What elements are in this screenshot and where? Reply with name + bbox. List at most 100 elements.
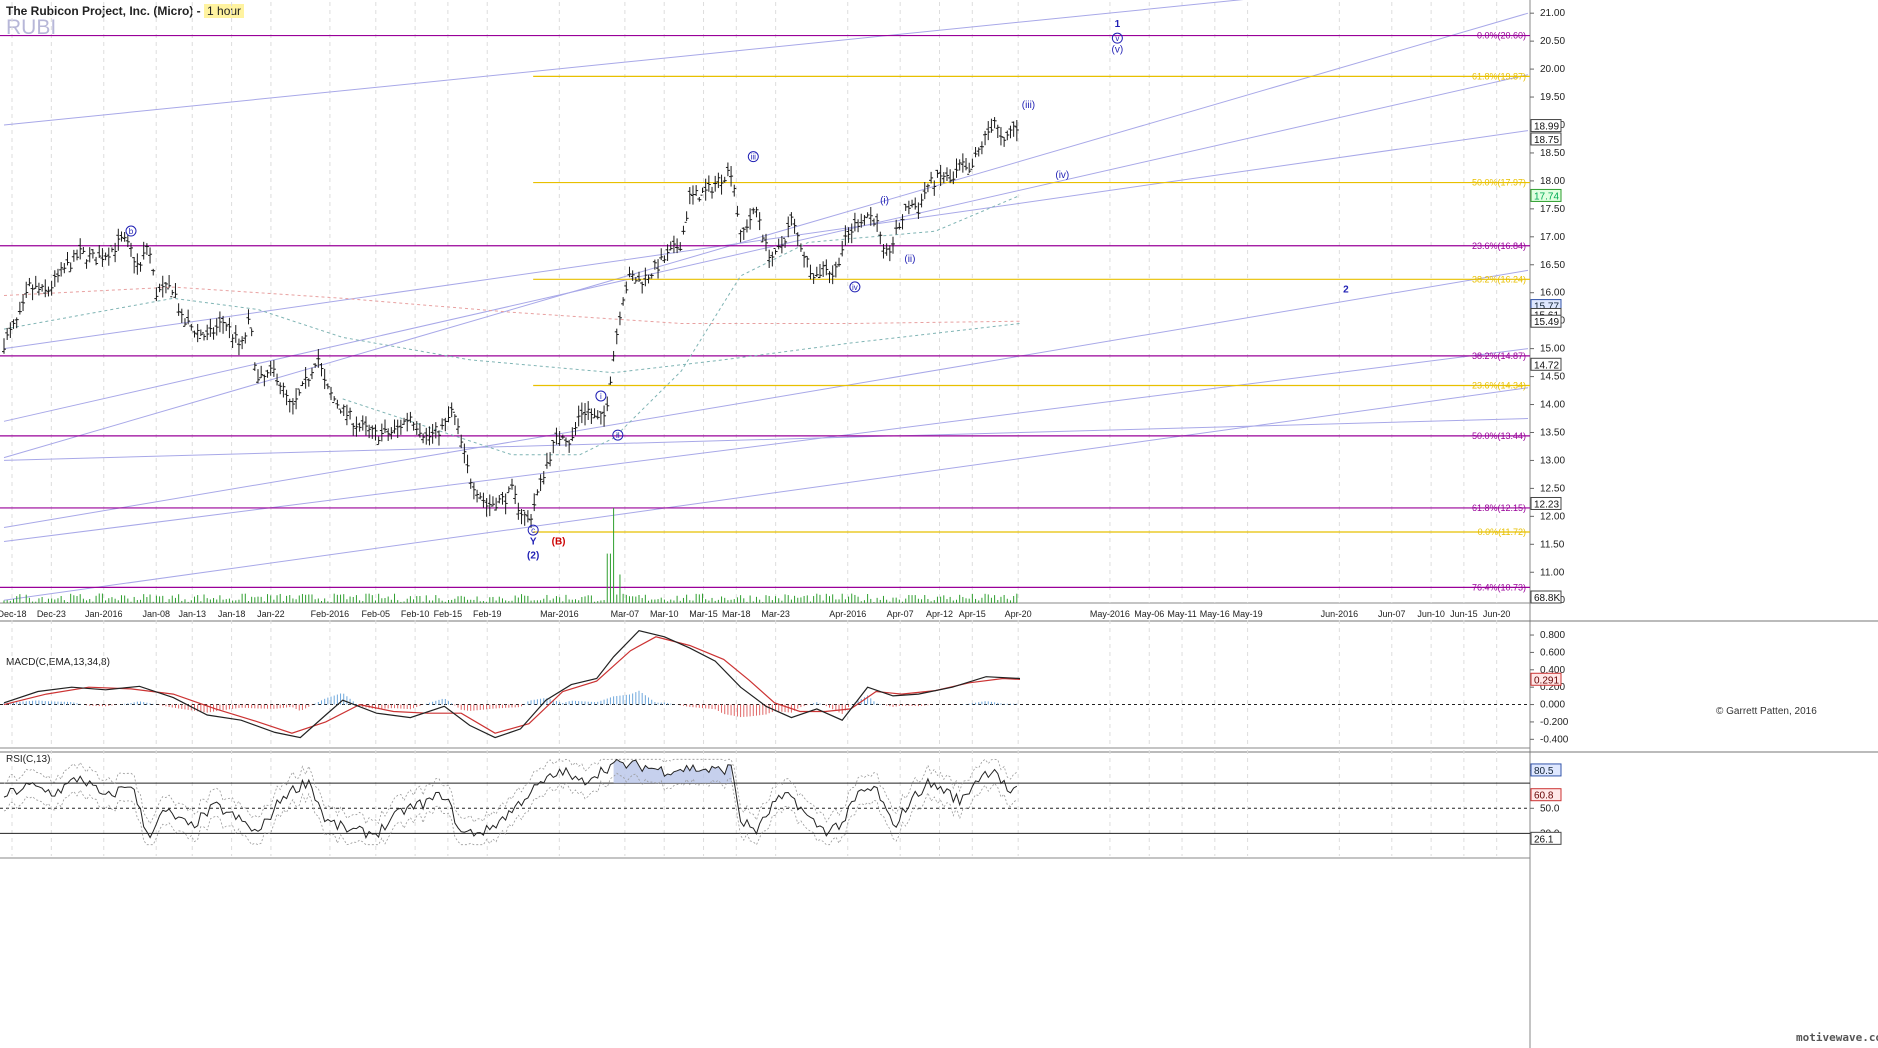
wave-label: (B) [552, 536, 566, 547]
y-tick-label: 18.50 [1540, 148, 1565, 159]
x-tick-label: Jan-13 [178, 609, 206, 619]
wave-label: b [129, 227, 134, 236]
wave-label: (iii) [1022, 100, 1035, 111]
y-tick-label: 0.000 [1540, 700, 1565, 711]
wave-label: iii [751, 153, 757, 162]
y-tick-label: 13.50 [1540, 427, 1565, 438]
x-tick-label: Jan-08 [142, 609, 170, 619]
wave-label: v [1115, 34, 1119, 43]
y-tick-label: 13.00 [1540, 455, 1565, 466]
trend-line [3, 269, 1529, 529]
axis-value-text: 0.291 [1534, 675, 1559, 686]
chart-canvas[interactable]: Dec-18 Dec-23 Jan-2016 Jan-08 Jan-13 Jan-18 Ja… [0, 0, 1878, 1048]
trend-line [3, 348, 1529, 542]
fib-label: 38.2%(16.24) [1472, 274, 1526, 284]
wave-label: (ii) [904, 254, 915, 265]
x-tick-label: Jun-2016 [1321, 609, 1359, 619]
x-tick-label: Apr-12 [926, 609, 953, 619]
y-tick-label: -0.400 [1540, 734, 1569, 745]
x-tick-label: Feb-19 [473, 609, 502, 619]
y-tick-label: 17.00 [1540, 232, 1565, 243]
axis-value-text: 18.75 [1534, 135, 1559, 146]
axis-value-text: 18.99 [1534, 122, 1559, 133]
y-tick-label: 0.600 [1540, 647, 1565, 658]
wave-label: (2) [527, 550, 539, 561]
trend-line [3, 387, 1529, 601]
x-tick-label: Jan-22 [257, 609, 285, 619]
axis-value-text: 26.1 [1534, 834, 1554, 845]
axis-value-text: 68.8K [1534, 593, 1560, 604]
wave-label: (v) [1112, 44, 1124, 55]
x-tick-label: Jun-07 [1378, 609, 1406, 619]
y-tick-label: 12.50 [1540, 483, 1565, 494]
trend-line [3, 0, 1244, 126]
axis-value-text: 80.5 [1534, 766, 1554, 777]
x-tick-label: Mar-23 [761, 609, 790, 619]
x-tick-label: Dec-23 [37, 609, 66, 619]
wave-label: (iv) [1055, 170, 1069, 181]
x-tick-label: May-19 [1233, 609, 1263, 619]
axis-value-text: 12.23 [1534, 499, 1559, 510]
x-tick-label: Mar-15 [689, 609, 718, 619]
y-tick-label: 16.00 [1540, 288, 1565, 299]
x-tick-label: Jun-15 [1450, 609, 1478, 619]
fib-label: 23.6%(14.34) [1472, 381, 1526, 391]
fib-label: 50.0%(13.44) [1472, 431, 1526, 441]
rsi-overbought-fill [613, 760, 733, 784]
y-tick-label: 21.00 [1540, 8, 1565, 19]
x-tick-label: Dec-18 [0, 609, 27, 619]
fib-label: 38.2%(14.87) [1472, 351, 1526, 361]
y-tick-label: 16.50 [1540, 260, 1565, 271]
y-tick-label: 18.00 [1540, 176, 1565, 187]
x-tick-label: Mar-18 [722, 609, 751, 619]
y-tick-label: 11.00 [1540, 567, 1565, 578]
y-tick-label: 14.50 [1540, 372, 1565, 383]
y-tick-label: 20.50 [1540, 36, 1565, 47]
moving-average [342, 194, 1021, 456]
axis-value-text: 14.72 [1534, 360, 1559, 371]
x-tick-label: Feb-05 [362, 609, 391, 619]
x-tick-label: Feb-10 [401, 609, 430, 619]
x-tick-label: May-11 [1167, 609, 1196, 619]
fib-label: 0.0%(11.72) [1478, 527, 1526, 537]
x-tick-label: Apr-20 [1005, 609, 1032, 619]
axis-value-text: 60.8 [1534, 791, 1554, 802]
x-tick-label: Mar-10 [650, 609, 679, 619]
axis-value-text: 17.74 [1534, 191, 1559, 202]
fib-label: 50.0%(17.97) [1472, 178, 1526, 188]
fib-label: 61.8%(19.87) [1472, 71, 1526, 81]
y-tick-label: 20.00 [1540, 64, 1565, 75]
x-tick-label: Mar-2016 [540, 609, 579, 619]
wave-label: Y [530, 536, 537, 547]
x-tick-label: Apr-2016 [829, 609, 866, 619]
x-tick-label: Feb-2016 [311, 609, 350, 619]
y-tick-label: 50.0 [1540, 803, 1560, 814]
y-tick-label: 11.50 [1540, 539, 1565, 550]
wave-label: ii [616, 431, 620, 440]
y-tick-label: 14.00 [1540, 400, 1565, 411]
y-tick-label: 12.00 [1540, 511, 1565, 522]
x-tick-label: May-06 [1134, 609, 1164, 619]
x-tick-label: May-2016 [1090, 609, 1130, 619]
y-tick-label: 0.800 [1540, 630, 1565, 641]
wave-label: 2 [1343, 285, 1349, 296]
fib-label: 0.0%(20.60) [1477, 31, 1526, 41]
x-tick-label: Jan-2016 [85, 609, 123, 619]
x-tick-label: Feb-15 [434, 609, 463, 619]
fib-label: 61.8%(12.15) [1472, 503, 1526, 513]
y-tick-label: 15.00 [1540, 344, 1565, 355]
wave-label: 1 [1115, 19, 1121, 30]
x-tick-label: Apr-15 [959, 609, 986, 619]
x-tick-label: Jan-18 [218, 609, 246, 619]
wave-label: c [531, 526, 535, 535]
y-tick-label: -0.200 [1540, 717, 1569, 728]
fib-label: 23.6%(16.84) [1472, 241, 1526, 251]
y-tick-label: 19.50 [1540, 92, 1565, 103]
wave-label: i [600, 392, 602, 401]
x-tick-label: May-16 [1200, 609, 1230, 619]
x-tick-label: Jun-20 [1483, 609, 1511, 619]
axis-value-text: 15.49 [1534, 317, 1559, 328]
x-tick-label: Mar-07 [611, 609, 640, 619]
x-tick-label: Jun-10 [1417, 609, 1445, 619]
fib-label: 76.4%(10.73) [1472, 582, 1526, 592]
